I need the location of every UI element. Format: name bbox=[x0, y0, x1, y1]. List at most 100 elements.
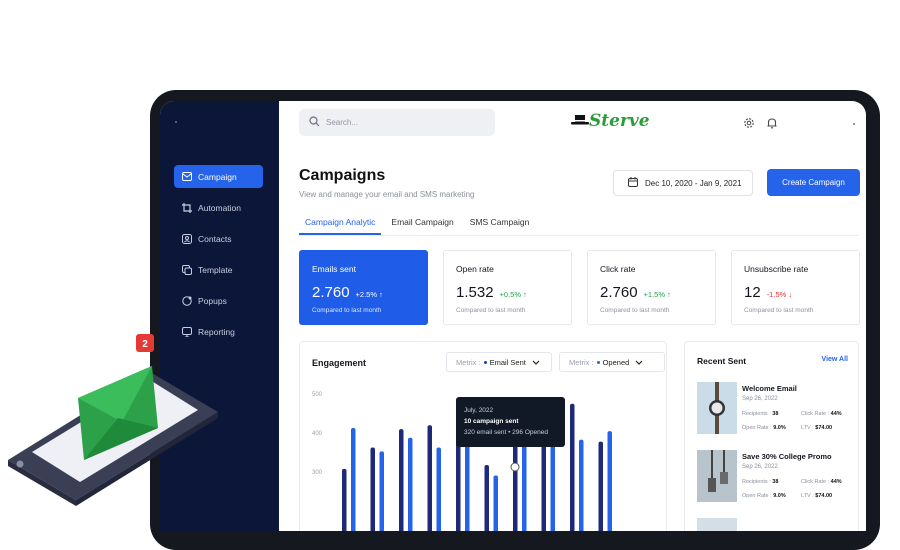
search-placeholder: Search... bbox=[326, 118, 359, 127]
recent-title: Recent Sent bbox=[697, 356, 747, 366]
bar-opened[interactable] bbox=[408, 437, 413, 531]
arrow-up-icon: ↑ bbox=[379, 290, 383, 299]
item-date: Sep 26, 2022 bbox=[742, 396, 778, 402]
ltv-stat: LTV : $74.00 bbox=[801, 493, 833, 499]
bar-email-sent[interactable] bbox=[570, 403, 575, 531]
kpi-click-rate[interactable]: Click rate 2.760 +1.5% ↑ Compared to last… bbox=[587, 250, 716, 325]
gear-icon[interactable] bbox=[743, 116, 755, 134]
sidebar-item-popups[interactable]: Popups bbox=[174, 289, 263, 312]
engagement-card: Engagement Metrix : Email Sent Metrix : Op… bbox=[299, 341, 667, 531]
brand-name: Sterve bbox=[589, 111, 650, 131]
bar-email-sent[interactable] bbox=[370, 447, 376, 531]
phone-envelope-illustration: 2 bbox=[8, 334, 218, 506]
click-rate-stat: Click Rate : 44% bbox=[801, 411, 842, 417]
main-content: Search... Sterve Campaigns View and mana… bbox=[279, 101, 866, 531]
bar-opened[interactable] bbox=[379, 451, 385, 531]
menu-dot[interactable] bbox=[853, 123, 855, 125]
kpi-value: 2.760 bbox=[600, 284, 638, 301]
bar-email-sent[interactable] bbox=[513, 435, 518, 531]
page-subtitle: View and manage your email and SMS marke… bbox=[299, 190, 475, 199]
bell-icon[interactable] bbox=[766, 116, 778, 134]
list-item[interactable]: Welcome Email Sep 26, 2022 Recipients : … bbox=[697, 382, 857, 437]
kpi-value: 2.760 bbox=[312, 284, 350, 301]
date-range-picker[interactable]: Dec 10, 2020 - Jan 9, 2021 bbox=[613, 170, 753, 196]
view-all-link[interactable]: View All bbox=[822, 356, 848, 363]
mail-icon bbox=[182, 172, 192, 182]
recent-sent-card: Recent Sent View All Welcome Email Sep 2… bbox=[684, 341, 859, 531]
kpi-label: Unsubscribe rate bbox=[744, 264, 809, 274]
kpi-unsubscribe-rate[interactable]: Unsubscribe rate 12 -1.5% ↓ Compared to l… bbox=[731, 250, 860, 325]
page-title: Campaigns bbox=[299, 167, 386, 184]
open-rate-stat: Open Rate : 9.0% bbox=[742, 493, 786, 499]
bar-email-sent[interactable] bbox=[456, 437, 461, 531]
template-icon bbox=[182, 264, 192, 275]
tab-campaign-analytic[interactable]: Campaign Analytic bbox=[299, 215, 382, 235]
automation-icon bbox=[182, 202, 192, 213]
sidebar-item-template[interactable]: Template bbox=[174, 258, 263, 281]
tab-email-campaign[interactable]: Email Campaign bbox=[385, 215, 459, 235]
kpi-open-rate[interactable]: Open rate 1.532 +0.5% ↑ Compared to last … bbox=[443, 250, 572, 325]
item-name: Save 30% College Promo bbox=[742, 452, 832, 461]
click-rate-stat: Click Rate : 44% bbox=[801, 479, 842, 485]
arrow-up-icon: ↑ bbox=[523, 290, 527, 299]
sidebar-item-label: Contacts bbox=[198, 233, 232, 244]
popups-icon bbox=[182, 295, 192, 306]
date-range-text: Dec 10, 2020 - Jan 9, 2021 bbox=[645, 178, 742, 188]
kpi-emails-sent[interactable]: Emails sent 2.760 +2.5% ↑ Compared to las… bbox=[299, 250, 428, 325]
sidebar-item-label: Automation bbox=[198, 202, 241, 213]
search-input[interactable]: Search... bbox=[299, 109, 495, 136]
kpi-compare: Compared to last month bbox=[744, 307, 814, 314]
arrow-down-icon: ↓ bbox=[788, 290, 793, 299]
tab-bar: Campaign Analytic Email Campaign SMS Cam… bbox=[299, 215, 539, 235]
kpi-value: 1.532 bbox=[456, 284, 494, 301]
create-campaign-button[interactable]: Create Campaign bbox=[767, 169, 860, 196]
kpi-label: Click rate bbox=[600, 264, 636, 274]
bar-opened[interactable] bbox=[579, 439, 584, 531]
arrow-up-icon: ↑ bbox=[667, 290, 671, 299]
bar-opened[interactable] bbox=[493, 475, 499, 531]
list-item[interactable]: Save 30% College Promo Sep 26, 2022 Reci… bbox=[697, 450, 857, 505]
bar-email-sent[interactable] bbox=[598, 441, 604, 531]
bar-email-sent[interactable] bbox=[427, 425, 433, 531]
kpi-change: +2.5% ↑ bbox=[355, 290, 383, 299]
bar-opened[interactable] bbox=[351, 427, 356, 531]
sidebar-item-campaign[interactable]: Campaign bbox=[174, 165, 263, 188]
product-image bbox=[697, 518, 737, 531]
bar-opened[interactable] bbox=[436, 447, 442, 531]
hover-marker-icon bbox=[510, 462, 520, 472]
recipients-stat: Recipients : 38 bbox=[742, 479, 779, 485]
item-name: Welcome Email bbox=[742, 384, 797, 393]
sidebar-item-contacts[interactable]: Contacts bbox=[174, 227, 263, 250]
promo-image bbox=[697, 450, 737, 502]
contacts-icon bbox=[182, 233, 192, 244]
kpi-change: +1.5% ↑ bbox=[643, 290, 671, 299]
kpi-value: 12 bbox=[744, 284, 761, 301]
hat-icon bbox=[571, 115, 589, 125]
brand-logo: Sterve bbox=[571, 111, 650, 131]
bar-opened[interactable] bbox=[607, 431, 613, 531]
watch-image bbox=[697, 382, 737, 434]
ltv-stat: LTV : $74.00 bbox=[801, 425, 833, 431]
kpi-change: +0.5% ↑ bbox=[499, 290, 527, 299]
kpi-label: Emails sent bbox=[312, 264, 356, 274]
notification-count: 2 bbox=[142, 339, 148, 350]
list-item[interactable] bbox=[697, 518, 857, 531]
app-screen: Campaign Automation Contacts Template Po… bbox=[160, 101, 866, 531]
tab-sms-campaign[interactable]: SMS Campaign bbox=[464, 215, 536, 235]
chart-tooltip: July, 2022 10 campaign sent 320 email se… bbox=[456, 397, 565, 447]
kpi-compare: Compared to last month bbox=[312, 307, 382, 314]
sidebar-dot bbox=[175, 121, 177, 123]
kpi-change: -1.5% ↓ bbox=[766, 290, 793, 299]
sidebar-item-automation[interactable]: Automation bbox=[174, 196, 263, 219]
bar-email-sent[interactable] bbox=[399, 429, 404, 531]
kpi-label: Open rate bbox=[456, 264, 494, 274]
kpi-compare: Compared to last month bbox=[600, 307, 670, 314]
sidebar-item-label: Popups bbox=[198, 295, 227, 306]
calendar-icon bbox=[628, 177, 645, 189]
sidebar-item-label: Template bbox=[198, 264, 233, 275]
recipients-stat: Recipients : 38 bbox=[742, 411, 779, 417]
item-date: Sep 26, 2022 bbox=[742, 464, 778, 470]
search-icon bbox=[309, 116, 326, 129]
tab-divider bbox=[299, 235, 859, 236]
bar-email-sent[interactable] bbox=[484, 465, 490, 531]
